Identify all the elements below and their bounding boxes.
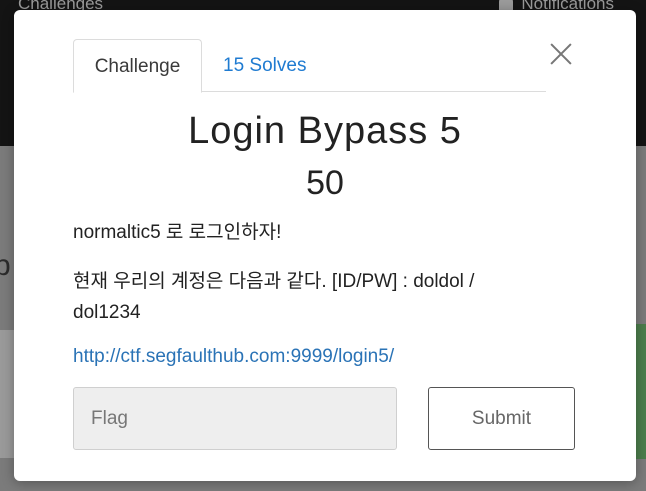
modal-tabs: Challenge 15 Solves	[73, 39, 546, 93]
challenge-points: 50	[306, 164, 344, 202]
challenge-title: Login Bypass 5	[188, 110, 462, 152]
description-line-2: 현재 우리의 계정은 다음과 같다. [ID/PW] : doldol / do…	[73, 271, 475, 323]
background-partial-text: p	[0, 249, 11, 282]
description-line-1: normaltic5 로 로그인하자!	[73, 222, 282, 243]
tab-solves[interactable]: 15 Solves	[223, 39, 306, 90]
submit-button[interactable]: Submit	[428, 387, 575, 450]
background-card-right	[636, 324, 646, 459]
challenge-link[interactable]: http://ctf.segfaulthub.com:9999/login5/	[73, 346, 394, 368]
challenge-modal: Challenge 15 Solves Login Bypass 5 50 no…	[14, 10, 636, 481]
close-icon[interactable]	[547, 40, 575, 68]
flag-input[interactable]	[73, 387, 397, 450]
tab-challenge[interactable]: Challenge	[73, 39, 202, 93]
background-card-left	[0, 330, 14, 458]
